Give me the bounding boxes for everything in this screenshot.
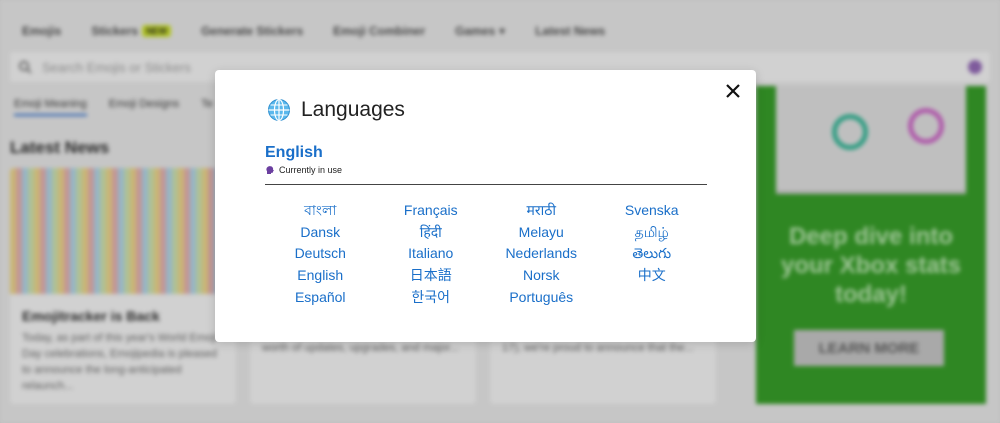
language-column: Français हिंदी Italiano 日本語 한국어 xyxy=(376,200,487,309)
language-column: मराठी Melayu Nederlands Norsk Português xyxy=(486,200,597,309)
close-icon[interactable] xyxy=(724,82,742,100)
language-link-marathi[interactable]: मराठी xyxy=(527,200,556,222)
speaking-head-icon xyxy=(266,166,274,174)
current-language: English xyxy=(265,144,323,161)
language-link-italian[interactable]: Italiano xyxy=(408,243,453,265)
language-link-french[interactable]: Français xyxy=(404,200,458,222)
language-link-malay[interactable]: Melayu xyxy=(519,222,564,244)
divider xyxy=(265,184,707,185)
globe-icon xyxy=(268,98,290,122)
language-link-telugu[interactable]: తెలుగు xyxy=(632,243,671,265)
language-link-korean[interactable]: 한국어 xyxy=(411,287,450,309)
language-link-norwegian[interactable]: Norsk xyxy=(523,265,560,287)
modal-title: Languages xyxy=(301,98,405,121)
language-link-japanese[interactable]: 日本語 xyxy=(410,265,452,287)
current-language-note-text: Currently in use xyxy=(279,165,343,175)
language-link-chinese[interactable]: 中文 xyxy=(638,265,666,287)
current-language-note: Currently in use xyxy=(265,165,342,175)
modal-header: Languages xyxy=(267,98,405,122)
language-column: Svenska தமிழ் తెలుగు 中文 xyxy=(597,200,708,309)
language-link-danish[interactable]: Dansk xyxy=(300,222,340,244)
language-link-portuguese[interactable]: Português xyxy=(509,287,573,309)
language-link-german[interactable]: Deutsch xyxy=(295,243,346,265)
language-link-english[interactable]: English xyxy=(297,265,343,287)
language-grid: বাংলা Dansk Deutsch English Español Fran… xyxy=(265,200,707,309)
language-link-tamil[interactable]: தமிழ் xyxy=(635,222,669,244)
language-link-dutch[interactable]: Nederlands xyxy=(505,243,577,265)
language-link-hindi[interactable]: हिंदी xyxy=(420,222,442,244)
language-link-swedish[interactable]: Svenska xyxy=(625,200,679,222)
language-link-spanish[interactable]: Español xyxy=(295,287,346,309)
language-link-bengali[interactable]: বাংলা xyxy=(304,200,336,222)
languages-modal: Languages English Currently in use বাংলা… xyxy=(215,70,756,342)
language-column: বাংলা Dansk Deutsch English Español xyxy=(265,200,376,309)
